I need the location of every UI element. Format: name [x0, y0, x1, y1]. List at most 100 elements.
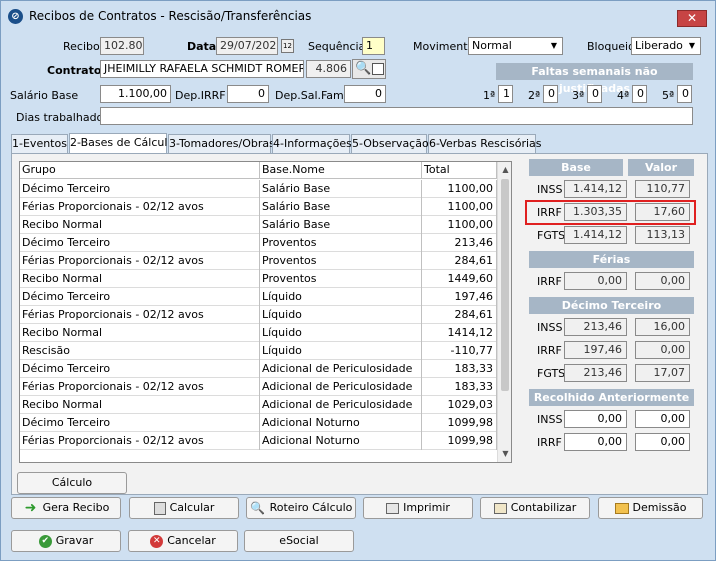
scroll-thumb[interactable] [501, 179, 509, 391]
table-row[interactable]: Férias Proporcionais - 02/12 avos Líquido… [20, 306, 497, 324]
roteiro-calculo-button[interactable]: 🔍 Roteiro Cálculo [246, 497, 356, 519]
recolhido-inss-valor[interactable]: 0,00 [635, 410, 690, 428]
table-row[interactable]: Recibo Normal Líquido 1414,12 [20, 324, 497, 342]
cell-grupo: Recibo Normal [20, 324, 260, 342]
dias-trabalhados-field[interactable] [100, 107, 693, 125]
table-row[interactable]: Décimo Terceiro Proventos 213,46 [20, 234, 497, 252]
cell-grupo: Férias Proporcionais - 02/12 avos [20, 306, 260, 324]
falta-label: 2ª [528, 89, 541, 102]
movimento-select[interactable]: Normal ▼ [468, 37, 563, 55]
arrow-right-icon: ➜ [24, 500, 37, 516]
tab-verbas-rescisorias[interactable]: 6-Verbas Rescisórias [428, 134, 542, 153]
cancelar-button[interactable]: ✕ Cancelar [128, 530, 238, 552]
table-row[interactable]: Décimo Terceiro Salário Base 1100,00 [20, 180, 497, 198]
recolhido-irrf-valor[interactable]: 0,00 [635, 433, 690, 451]
salario-field[interactable]: 1.100,00 [100, 85, 171, 103]
table-row[interactable]: Férias Proporcionais - 02/12 avos Adicion… [20, 432, 497, 450]
list-icon [372, 63, 384, 75]
valor-header: Valor [628, 159, 694, 176]
cell-grupo: Rescisão [20, 342, 260, 360]
tab-eventos[interactable]: 1-Eventos [11, 134, 68, 153]
magnifier-doc-icon: 🔍 [250, 501, 266, 515]
falta-field[interactable]: 0 [677, 85, 692, 103]
table-row[interactable]: Recibo Normal Adicional de Periculosidade… [20, 396, 497, 414]
close-button[interactable]: ✕ [677, 10, 707, 27]
cell-base-nome: Salário Base [260, 180, 422, 198]
contabilizar-label: Contabilizar [510, 501, 577, 514]
grid-scrollbar[interactable]: ▲ ▼ [497, 162, 511, 462]
cell-total: 183,33 [422, 360, 497, 378]
decimo-fgts-base: 213,46 [564, 364, 627, 382]
table-row[interactable]: Rescisão Líquido -110,77 [20, 342, 497, 360]
table-row[interactable]: Décimo Terceiro Adicional Noturno 1099,98 [20, 414, 497, 432]
cell-total: 1099,98 [422, 432, 497, 450]
gera-recibo-button[interactable]: ➜ Gera Recibo [11, 497, 121, 519]
tab-bases-de-calculo[interactable]: 2-Bases de Cálculo [69, 133, 174, 154]
sequencia-field[interactable]: 1 [362, 37, 385, 55]
table-row[interactable]: Recibo Normal Proventos 1449,60 [20, 270, 497, 288]
falta-field[interactable]: 0 [543, 85, 558, 103]
falta-field[interactable]: 1 [498, 85, 513, 103]
calculo-button[interactable]: Cálculo [17, 472, 127, 494]
ferias-title: Férias [529, 251, 694, 268]
contabilizar-button[interactable]: Contabilizar [480, 497, 590, 519]
contrato-field[interactable]: JHEIMILLY RAFAELA SCHMIDT ROMER [100, 60, 304, 78]
tab-informacoes[interactable]: 4-Informações [272, 134, 352, 153]
recibo-field[interactable]: 102.808 [100, 37, 144, 55]
falta-field[interactable]: 0 [587, 85, 602, 103]
table-row[interactable]: Décimo Terceiro Adicional de Periculosida… [20, 360, 497, 378]
column-header-total[interactable]: Total [422, 162, 497, 179]
bases-grid[interactable]: Grupo Base.Nome Total Décimo Terceiro Sal… [19, 161, 512, 463]
demissao-button[interactable]: Demissão [598, 497, 703, 519]
gera-recibo-label: Gera Recibo [42, 501, 110, 514]
table-row[interactable]: Férias Proporcionais - 02/12 avos Provent… [20, 252, 497, 270]
window: ⊘ Recibos de Contratos - Rescisão/Transf… [0, 0, 716, 561]
cell-base-nome: Proventos [260, 252, 422, 270]
cell-base-nome: Salário Base [260, 216, 422, 234]
cell-total: 1449,60 [422, 270, 497, 288]
tab-observacao[interactable]: 5-Observação [351, 134, 429, 153]
falta-label: 5ª [662, 89, 675, 102]
falta-field[interactable]: 0 [632, 85, 647, 103]
cell-base-nome: Proventos [260, 270, 422, 288]
tab-tomadores-obras[interactable]: 3-Tomadores/Obras [168, 134, 275, 153]
cell-total: 1414,12 [422, 324, 497, 342]
app-icon: ⊘ [8, 9, 23, 24]
printer-icon [386, 502, 400, 514]
cell-total: 197,46 [422, 288, 497, 306]
recolhido-inss-base[interactable]: 0,00 [564, 410, 627, 428]
calendar-icon[interactable]: 12 [281, 39, 294, 53]
cell-base-nome: Adicional Noturno [260, 432, 422, 450]
table-row[interactable]: Décimo Terceiro Líquido 197,46 [20, 288, 497, 306]
table-row[interactable]: Recibo Normal Salário Base 1100,00 [20, 216, 497, 234]
cell-total: 1100,00 [422, 180, 497, 198]
calcular-button[interactable]: Calcular [129, 497, 239, 519]
column-header-grupo[interactable]: Grupo [20, 162, 260, 179]
imprimir-label: Imprimir [403, 501, 450, 514]
column-header-base-nome[interactable]: Base.Nome [260, 162, 422, 179]
bloqueio-select[interactable]: Liberado ▼ [631, 37, 701, 55]
dep-irrf-field[interactable]: 0 [227, 85, 269, 103]
base-header: Base [529, 159, 623, 176]
imprimir-button[interactable]: Imprimir [363, 497, 473, 519]
esocial-button[interactable]: eSocial [244, 530, 354, 552]
gravar-label: Gravar [55, 534, 94, 547]
contrato-label: Contrato [47, 64, 102, 77]
dep-salfam-field[interactable]: 0 [344, 85, 386, 103]
recolhido-irrf-base[interactable]: 0,00 [564, 433, 627, 451]
scroll-down-icon[interactable]: ▼ [498, 446, 511, 461]
cell-base-nome: Adicional Noturno [260, 414, 422, 432]
decimo-irrf-label: IRRF [537, 344, 562, 357]
recolhido-title: Recolhido Anteriormente [529, 389, 694, 406]
data-field[interactable]: 29/07/2021 [216, 37, 278, 55]
ferias-irrf-valor: 0,00 [635, 272, 690, 290]
search-button[interactable]: 🔍 [352, 59, 386, 79]
gravar-button[interactable]: ✔ Gravar [11, 530, 121, 552]
faltas-title: Faltas semanais não justificadas [496, 63, 693, 95]
recolhido-inss-label: INSS [537, 413, 563, 426]
table-row[interactable]: Férias Proporcionais - 02/12 avos Adicion… [20, 378, 497, 396]
scroll-up-icon[interactable]: ▲ [498, 162, 511, 177]
table-row[interactable]: Férias Proporcionais - 02/12 avos Salário… [20, 198, 497, 216]
cell-grupo: Férias Proporcionais - 02/12 avos [20, 378, 260, 396]
cell-base-nome: Adicional de Periculosidade [260, 360, 422, 378]
